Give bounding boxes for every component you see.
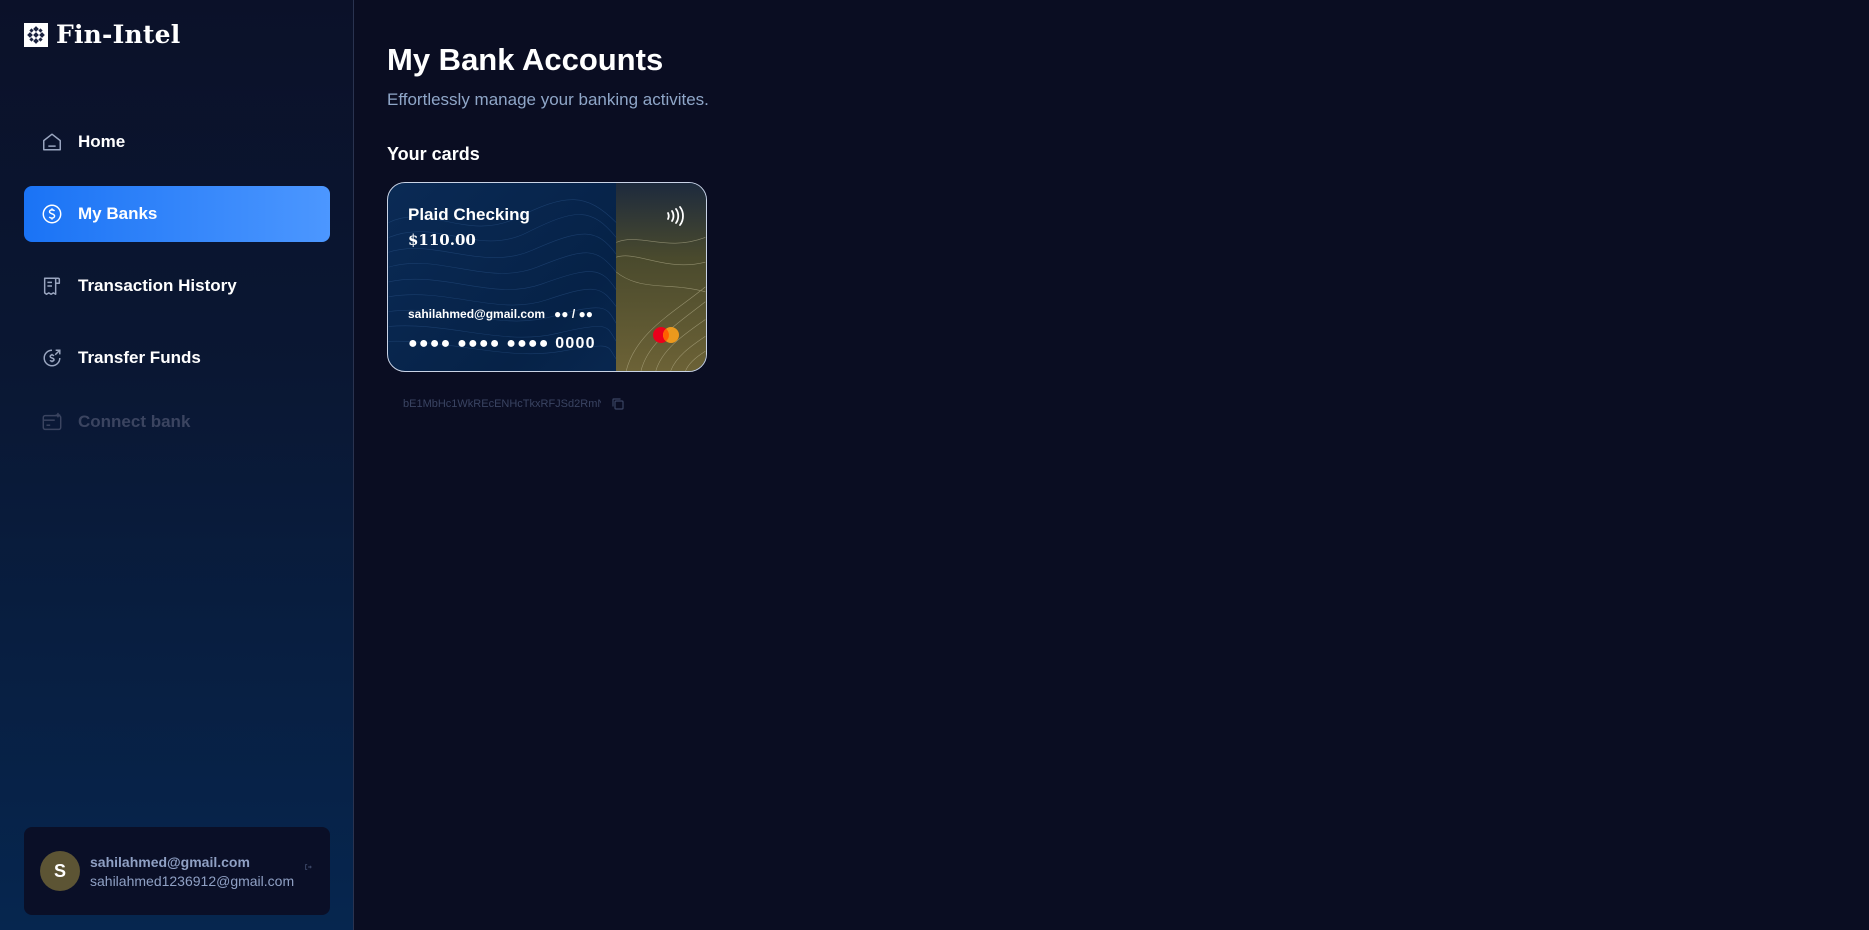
- mastercard-icon: [650, 324, 682, 346]
- app-logo[interactable]: Fin-Intel: [24, 20, 180, 49]
- sidebar-item-connect-bank[interactable]: Connect bank: [24, 394, 330, 450]
- card-holder-name: sahilahmed@gmail.com: [408, 307, 546, 321]
- money-send-icon: [40, 346, 64, 370]
- app-name: Fin-Intel: [56, 20, 181, 49]
- main-content: My Bank Accounts Effortlessly manage you…: [355, 0, 1869, 930]
- logo-icon: [24, 22, 48, 47]
- sharable-id-row[interactable]: bE1MbHc1WkREcENHcTkxRFJSd2RmNVFSa: [403, 397, 653, 411]
- sidebar-item-label: Transaction History: [78, 276, 237, 295]
- contactless-icon: [664, 205, 686, 232]
- sharable-id-text: bE1MbHc1WkREcENHcTkxRFJSd2RmNVFSa: [403, 398, 601, 410]
- receipt-icon: [40, 274, 64, 298]
- avatar: S: [40, 851, 80, 891]
- sidebar-item-label: Transfer Funds: [78, 348, 201, 367]
- sidebar-item-transfer-funds[interactable]: Transfer Funds: [24, 330, 330, 386]
- card-account-name: Plaid Checking: [408, 205, 530, 224]
- home-icon: [40, 130, 64, 154]
- section-title: Your cards: [387, 144, 480, 164]
- user-name: sahilahmed@gmail.com: [90, 853, 250, 870]
- dollar-circle-icon: [40, 202, 64, 226]
- sidebar-item-label: Home: [78, 132, 126, 151]
- user-email: sahilahmed1236912@gmail.com: [90, 872, 295, 889]
- sidebar: Fin-Intel Home My Banks Transaction Hist…: [0, 0, 354, 930]
- card-balance: $110.00: [408, 231, 476, 249]
- logout-icon[interactable]: [304, 863, 314, 873]
- sidebar-item-home[interactable]: Home: [24, 114, 330, 170]
- user-profile-card[interactable]: S sahilahmed@gmail.com sahilahmed1236912…: [24, 827, 330, 915]
- sidebar-item-my-banks[interactable]: My Banks: [24, 186, 330, 242]
- card-plus-icon: [40, 410, 64, 434]
- bank-card[interactable]: Plaid Checking $110.00 sahilahmed@gmail.…: [387, 182, 707, 372]
- sidebar-item-transaction-history[interactable]: Transaction History: [24, 258, 330, 314]
- page-title: My Bank Accounts: [387, 42, 664, 77]
- page-subtitle: Effortlessly manage your banking activit…: [387, 90, 709, 109]
- card-expiry: ●● / ●●: [554, 307, 593, 321]
- sidebar-item-label: Connect bank: [78, 412, 191, 431]
- sidebar-item-label: My Banks: [78, 204, 158, 223]
- copy-icon[interactable]: [611, 397, 625, 411]
- card-number: ●●●● ●●●● ●●●● 0000: [408, 335, 596, 352]
